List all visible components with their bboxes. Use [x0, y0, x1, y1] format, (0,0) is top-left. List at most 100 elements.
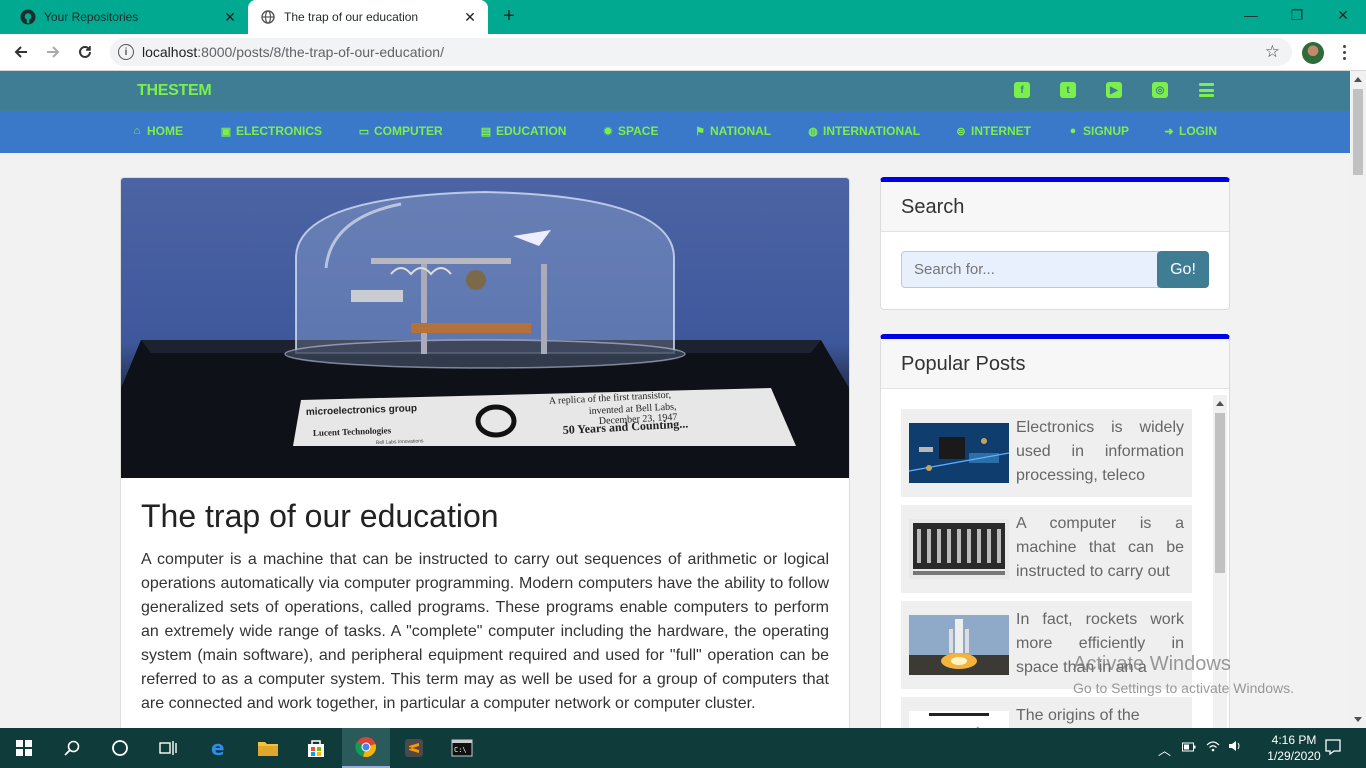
main-nav: ⌂ HOME ▣ ELECTRONICS ▭ COMPUTER ▤ EDUCATION … [0, 111, 1350, 153]
facebook-icon[interactable]: f [1014, 82, 1030, 98]
close-tab-icon[interactable]: ✕ [462, 9, 478, 25]
tab-the-trap-of-our-education[interactable]: The trap of our education ✕ [248, 0, 488, 34]
file-explorer-button[interactable] [244, 728, 292, 768]
browser-tab-strip: Your Repositories ✕ The trap of our educ… [0, 0, 1366, 34]
scroll-down-icon[interactable] [1354, 717, 1362, 722]
scroll-thumb[interactable] [1215, 413, 1225, 573]
notification-icon[interactable] [1324, 738, 1342, 759]
store-button[interactable] [292, 728, 340, 768]
profile-avatar[interactable] [1302, 42, 1324, 64]
close-window-button[interactable]: ✕ [1320, 0, 1366, 30]
activate-windows-watermark: Activate Windows Go to Settings to activ… [1073, 653, 1294, 696]
nav-internet[interactable]: ⊜ INTERNET [955, 124, 1031, 138]
globe-icon [260, 9, 276, 25]
youtube-icon[interactable]: ▶ [1106, 82, 1122, 98]
menu-icon[interactable] [1199, 83, 1214, 97]
taskbar-clock[interactable]: 4:16 PM 1/29/2020 [1262, 732, 1326, 764]
restore-button[interactable]: ❐ [1274, 0, 1320, 30]
sublime-taskbar-button[interactable] [390, 728, 438, 768]
nav-electronics[interactable]: ▣ ELECTRONICS [220, 124, 322, 138]
browser-menu-icon[interactable] [1336, 40, 1352, 64]
twitter-icon[interactable]: t [1060, 82, 1076, 98]
tab-your-repositories[interactable]: Your Repositories ✕ [8, 0, 248, 34]
chrome-taskbar-button[interactable] [342, 728, 390, 768]
site-brand[interactable]: THESTEM [137, 82, 212, 100]
search-input[interactable] [901, 251, 1159, 288]
post-card: microelectronics group Lucent Technologi… [120, 177, 850, 728]
instagram-icon[interactable]: ◎ [1152, 82, 1168, 98]
scroll-up-icon[interactable] [1354, 77, 1362, 82]
folder-icon [258, 742, 278, 756]
go-button[interactable]: Go! [1157, 251, 1209, 288]
github-icon [20, 9, 36, 25]
task-view-button[interactable] [144, 728, 192, 768]
battery-icon[interactable] [1182, 740, 1196, 755]
chrome-icon [355, 737, 376, 757]
task-view-icon [159, 741, 177, 755]
store-icon [308, 740, 324, 757]
cortana-button[interactable] [96, 728, 144, 768]
new-tab-button[interactable]: + [498, 5, 520, 27]
wifi-icon[interactable] [1206, 740, 1220, 755]
login-icon: ➜ [1164, 125, 1174, 138]
volume-icon[interactable] [1228, 740, 1242, 755]
nav-computer[interactable]: ▭ COMPUTER [358, 124, 443, 138]
arrow-right-icon [47, 46, 60, 58]
popular-post-item[interactable]: Electronics is widely used in informatio… [901, 409, 1192, 497]
popular-post-item[interactable]: The origins of the [901, 697, 1192, 728]
minimize-button[interactable]: — [1228, 0, 1274, 30]
forward-button[interactable] [40, 40, 66, 64]
popular-post-item[interactable]: A computer is a machine that can be inst… [901, 505, 1192, 593]
chip-icon: ▣ [220, 125, 232, 138]
close-tab-icon[interactable]: ✕ [222, 9, 238, 25]
gear-icon: ✹ [603, 125, 613, 138]
browser-toolbar: i localhost:8000/posts/8/the-trap-of-our… [0, 34, 1366, 71]
page-scrollbar[interactable] [1350, 71, 1366, 728]
start-button[interactable] [0, 728, 48, 768]
user-icon: ● [1069, 125, 1077, 137]
nav-home[interactable]: ⌂ HOME [131, 124, 183, 138]
info-icon[interactable]: i [118, 44, 134, 60]
globe-icon: ◍ [808, 125, 818, 138]
site-topbar: THESTEM f t ▶ ◎ [0, 71, 1350, 111]
edge-taskbar-button[interactable]: e [196, 728, 244, 768]
edge-icon: e [211, 737, 225, 759]
tab-label: Your Repositories [44, 10, 139, 24]
post-hero-image: microelectronics group Lucent Technologi… [121, 178, 849, 478]
popular-post-text: The origins of the [1016, 707, 1140, 724]
windows-taskbar: e C:\ ︿ 4:16 PM 1/29/2020 [0, 728, 1366, 768]
clock-date: 1/29/2020 [1267, 749, 1321, 763]
nav-education[interactable]: ▤ EDUCATION [480, 124, 567, 138]
nav-login[interactable]: ➜ LOGIN [1163, 124, 1217, 138]
scroll-up-icon[interactable] [1216, 401, 1224, 406]
back-button[interactable] [8, 40, 34, 64]
popular-post-text: Electronics is widely used in informatio… [1016, 419, 1184, 484]
windows-logo-icon [16, 740, 32, 756]
popular-posts-title: Popular Posts [881, 339, 1229, 389]
address-bar[interactable]: i localhost:8000/posts/8/the-trap-of-our… [110, 38, 1292, 66]
nav-signup[interactable]: ● SIGNUP [1067, 124, 1129, 138]
popular-post-text: A computer is a machine that can be inst… [1016, 515, 1184, 580]
terminal-taskbar-button[interactable]: C:\ [438, 728, 486, 768]
post-thumbnail [909, 519, 1009, 579]
url-text: localhost:8000/posts/8/the-trap-of-our-e… [142, 44, 444, 60]
nav-international[interactable]: ◍ INTERNATIONAL [807, 124, 920, 138]
nav-space[interactable]: ✹ SPACE [602, 124, 658, 138]
nav-national[interactable]: ⚑ NATIONAL [694, 124, 771, 138]
post-thumbnail [909, 615, 1009, 675]
scroll-thumb[interactable] [1353, 89, 1363, 175]
home-icon: ⌂ [133, 125, 141, 137]
bookmark-star-icon[interactable]: ☆ [1265, 42, 1280, 62]
desktop-icon: ▭ [358, 125, 370, 138]
svg-text:C:\: C:\ [454, 746, 467, 754]
post-body: A computer is a machine that can be inst… [141, 551, 829, 712]
sublime-icon [405, 739, 423, 757]
flag-icon: ⚑ [695, 125, 705, 138]
page-viewport: THESTEM f t ▶ ◎ ⌂ HOME ▣ ELECTRONICS ▭ COMP… [0, 71, 1350, 728]
post-thumbnail [909, 711, 1009, 728]
search-taskbar-button[interactable] [48, 728, 96, 768]
arrow-left-icon [14, 46, 27, 58]
cortana-icon [112, 740, 128, 756]
reload-button[interactable] [72, 40, 98, 64]
chevron-up-icon[interactable]: ︿ [1158, 740, 1171, 759]
